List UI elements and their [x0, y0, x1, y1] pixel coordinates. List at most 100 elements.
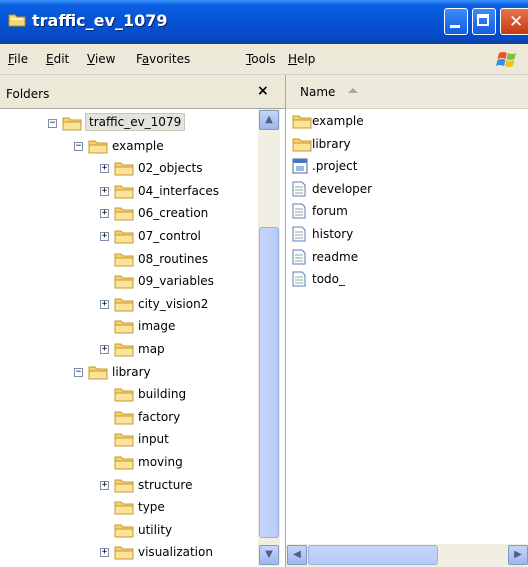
folder-icon — [114, 409, 134, 425]
tree-item[interactable]: moving — [0, 452, 258, 472]
tree-item[interactable]: +07_control — [0, 226, 258, 246]
tree-item[interactable]: type — [0, 497, 258, 517]
list-item-label: todo_ — [312, 272, 346, 287]
tree-item-label: map — [138, 342, 165, 356]
sort-ascending-icon — [348, 88, 358, 93]
tree-item-label: 02_objects — [138, 161, 203, 176]
tree-item[interactable]: + map — [0, 339, 258, 359]
tree-item[interactable]: utility — [0, 520, 258, 540]
tree-item[interactable]: +06_creation — [0, 203, 258, 223]
tree-item-label: factory — [138, 409, 181, 424]
expand-icon[interactable]: + — [100, 209, 109, 219]
text-file-icon — [292, 271, 306, 290]
text-file-icon — [292, 203, 306, 222]
menu-tools[interactable]: Tools — [246, 52, 276, 66]
tree-item[interactable]: + visualization — [0, 542, 258, 562]
folder-icon — [114, 296, 134, 312]
name-column-header[interactable]: Name — [286, 75, 528, 109]
folder-icon — [114, 431, 134, 447]
tree-vertical-scrollbar[interactable]: ▲ ▼ — [258, 109, 280, 566]
folder-icon — [114, 477, 134, 493]
folders-header: Folders × — [0, 75, 285, 109]
menu-file[interactable]: File — [8, 52, 28, 66]
scroll-right-icon[interactable]: ▶ — [508, 545, 528, 565]
scroll-down-icon[interactable]: ▼ — [259, 545, 279, 565]
minimize-button[interactable] — [444, 8, 468, 35]
expand-icon[interactable]: + — [100, 232, 109, 241]
tree-item-label: 07_control — [138, 229, 201, 243]
file-list-pane: Name example library .project developer foru… — [286, 75, 528, 567]
list-item[interactable]: history — [292, 224, 522, 244]
tree-item[interactable]: building — [0, 384, 258, 404]
expand-icon[interactable]: + — [100, 186, 109, 196]
files-horizontal-scrollbar[interactable]: ◀ ▶ — [286, 544, 528, 567]
tree-item[interactable]: − example — [0, 136, 258, 156]
folder-icon — [8, 14, 26, 27]
tree-item-label: 08_routines — [138, 251, 209, 266]
tree-item[interactable]: +04_interfaces — [0, 181, 258, 201]
close-icon: ✕ — [509, 12, 524, 32]
list-item-label: example — [312, 114, 364, 128]
folder-icon — [114, 386, 134, 402]
folder-icon — [292, 113, 312, 132]
list-item-label: library — [312, 136, 351, 151]
menu-favorites[interactable]: Favorites — [136, 52, 190, 66]
expand-icon[interactable]: + — [100, 480, 109, 490]
folder-icon — [114, 522, 134, 538]
tree-item[interactable]: 09_variables — [0, 271, 258, 291]
tree-item[interactable]: 08_routines — [0, 249, 258, 269]
tree-item[interactable]: − library — [0, 362, 258, 382]
list-item[interactable]: example — [292, 111, 522, 131]
menu-bar: File Edit View Favorites Tools Help — [0, 44, 528, 75]
scroll-up-icon[interactable]: ▲ — [259, 110, 279, 130]
folder-icon — [114, 341, 134, 357]
folders-pane: Folders × − traffic_ev_1079− example +02_ob… — [0, 75, 286, 567]
menu-edit[interactable]: Edit — [46, 52, 69, 66]
tree-item-label: city_vision2 — [138, 296, 209, 311]
tree-item-label: traffic_ev_1079 — [84, 113, 186, 131]
tree-item-label: moving — [138, 455, 183, 469]
title-bar: traffic_ev_1079 ✕ — [0, 0, 528, 44]
tree-item[interactable]: image — [0, 316, 258, 336]
list-item[interactable]: library — [292, 134, 522, 154]
collapse-icon[interactable]: − — [74, 141, 83, 151]
scroll-left-icon[interactable]: ◀ — [287, 545, 307, 565]
tree-item[interactable]: input — [0, 429, 258, 449]
tree-item[interactable]: + structure — [0, 475, 258, 495]
list-item-label: forum — [312, 204, 348, 219]
tree-item[interactable]: + city_vision2 — [0, 294, 258, 314]
list-item[interactable]: developer — [292, 179, 522, 199]
menu-help[interactable]: Help — [288, 52, 315, 66]
menu-view[interactable]: View — [87, 52, 115, 66]
collapse-icon[interactable]: − — [48, 119, 57, 128]
horizontal-scroll-thumb[interactable] — [308, 545, 438, 565]
tree-item-label: 06_creation — [138, 206, 209, 221]
close-pane-button[interactable]: × — [257, 83, 269, 99]
expand-icon[interactable]: + — [100, 164, 109, 174]
folders-title: Folders — [6, 87, 50, 101]
scroll-thumb[interactable] — [259, 227, 279, 538]
folder-icon — [114, 544, 134, 560]
expand-icon[interactable]: + — [100, 548, 109, 558]
tree-item-label: library — [112, 364, 151, 379]
tree-item[interactable]: − traffic_ev_1079 — [0, 113, 258, 133]
tree-item-label: input — [138, 432, 169, 447]
tree-item[interactable]: factory — [0, 407, 258, 427]
open-folder-icon — [88, 138, 108, 154]
list-item[interactable]: todo_ — [292, 269, 522, 289]
list-item-label: .project — [312, 159, 358, 174]
tree-item-label: type — [138, 500, 165, 515]
collapse-icon[interactable]: − — [74, 367, 83, 377]
list-item[interactable]: .project — [292, 156, 522, 176]
folder-tree: − traffic_ev_1079− example +02_objects +04_i… — [0, 109, 258, 567]
tree-item-label: building — [138, 387, 187, 402]
tree-item[interactable]: +02_objects — [0, 158, 258, 178]
list-item[interactable]: forum — [292, 201, 522, 221]
close-button[interactable]: ✕ — [500, 8, 528, 35]
expand-icon[interactable]: + — [100, 299, 109, 309]
expand-icon[interactable]: + — [100, 345, 109, 354]
tree-item-label: 04_interfaces — [138, 183, 220, 198]
list-item-label: history — [312, 227, 354, 241]
maximize-button[interactable] — [472, 8, 496, 35]
list-item[interactable]: readme — [292, 247, 522, 267]
